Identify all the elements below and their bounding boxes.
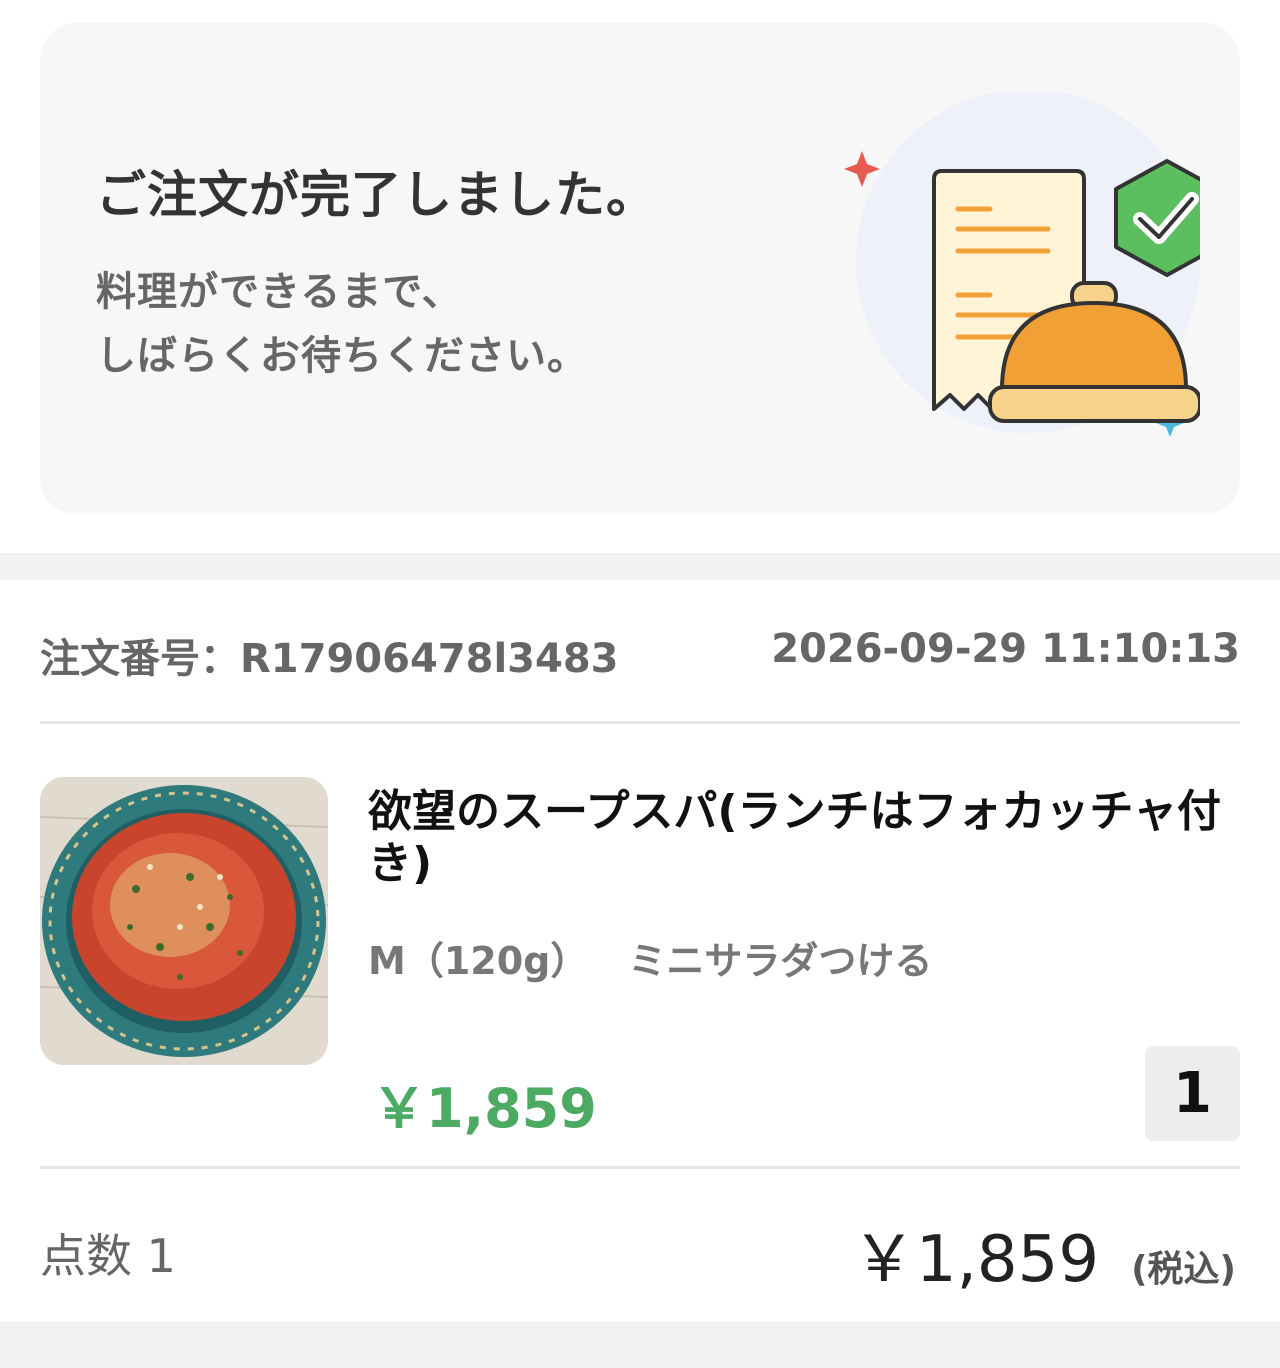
divider-line [40,721,1240,724]
wait-message-line2: しばらくお待ちください。 [96,333,588,379]
item-quantity: 1 [1145,1046,1240,1141]
spaghetti-dish-image [40,777,328,1065]
item-name: 欲望のスープスパ(ランチはフォカッチャ付き) [368,786,1222,889]
item-price: ￥1,859 [372,1077,597,1140]
item-options: M（120g） ミニサラダつける [368,930,932,985]
order-complete-banner: ご注文が完了しました。 料理ができるまで、 しばらくお待ちください。 [40,23,1240,514]
item-count: 点数 1 [40,1229,176,1283]
item-photo [40,777,328,1065]
total-amount: ￥1,859 [851,1223,1100,1297]
order-number: 注文番号：R17906478l3483 [40,636,619,682]
tax-included-note: (税込) [1131,1249,1236,1290]
divider-line [40,1166,1240,1169]
section-divider [0,553,1280,580]
item-option-size: M（120g） [368,939,589,983]
sparkle-icon [844,151,880,187]
wait-message-line1: 料理ができるまで、 [96,269,463,315]
order-total: ￥1,859 (税込) [852,1208,1236,1300]
bottom-divider [0,1322,1280,1368]
item-option-extra: ミニサラダつける [628,939,933,983]
order-complete-illustration [844,91,1200,437]
order-datetime: 2026-09-29 11:10:13 [771,626,1240,672]
completion-title: ご注文が完了しました。 [96,166,657,224]
